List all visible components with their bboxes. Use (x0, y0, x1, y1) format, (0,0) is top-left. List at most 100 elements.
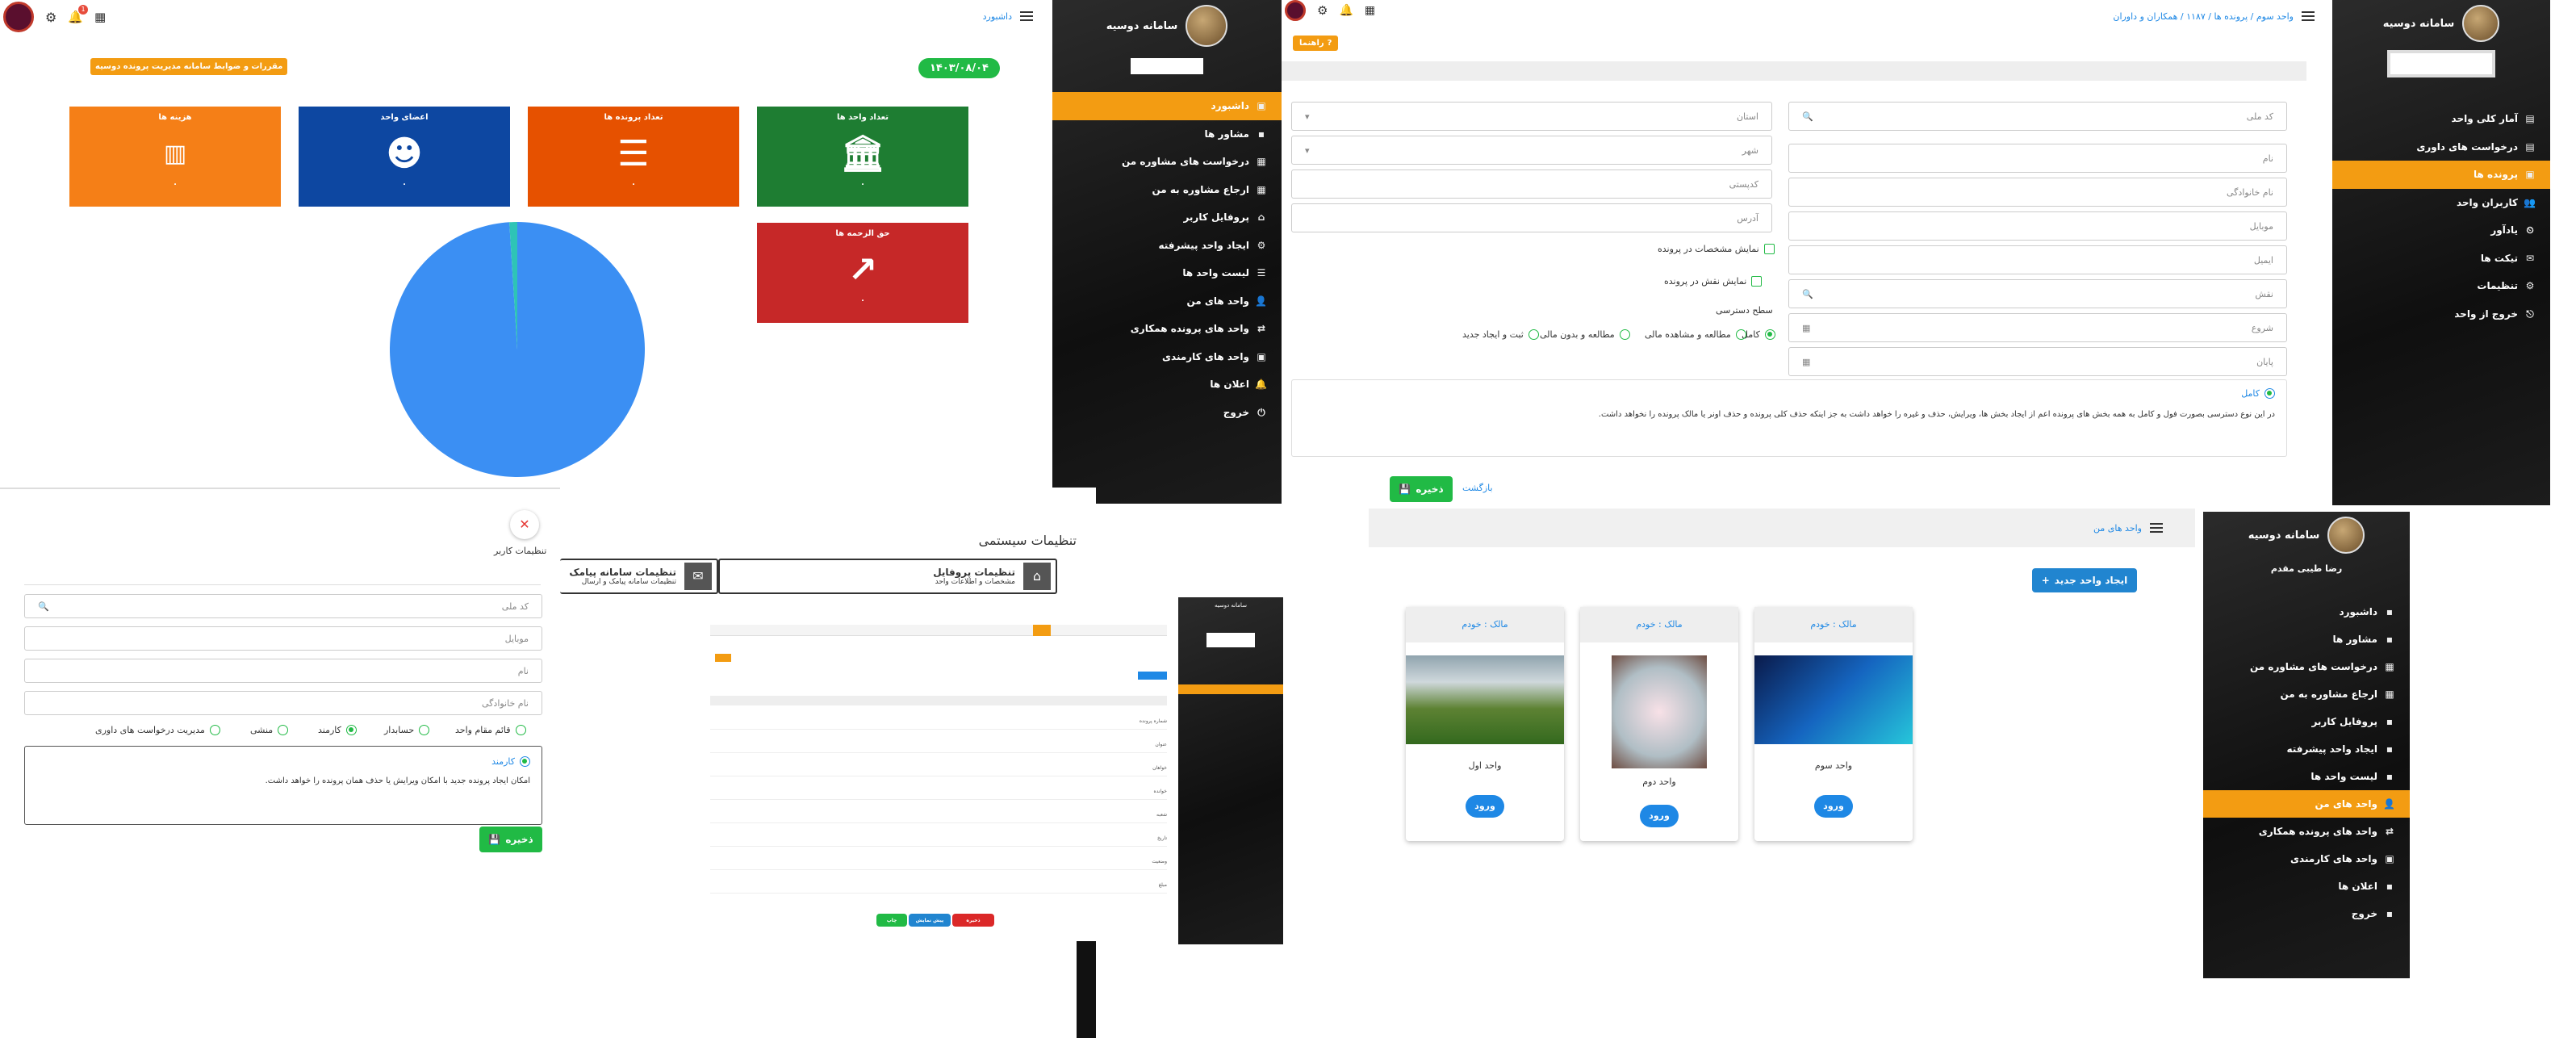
close-button[interactable]: ✕ (510, 510, 539, 539)
last-name-field[interactable]: نام خانوادگی (1788, 178, 2287, 207)
sidebar-item[interactable]: ⏲ یادآور (2332, 216, 2550, 245)
sidebar-item[interactable]: ▣ واحد های کارمندی (2203, 845, 2410, 873)
end-date-field[interactable]: پایان ▦ (1788, 347, 2287, 376)
checkbox[interactable] (1763, 244, 1775, 254)
radio-read-finance[interactable]: مطالعه و مشاهده مالی (1645, 329, 1746, 340)
breadcrumb[interactable]: داشبورد (983, 11, 1012, 22)
breadcrumb[interactable]: واحد های من (2093, 523, 2142, 534)
sidebar-item[interactable]: ▪ خروج (2203, 900, 2410, 927)
apps-icon[interactable]: ▦ (94, 10, 106, 24)
create-unit-button[interactable]: + ایجاد واحد جدید (2032, 568, 2137, 592)
start-date-field[interactable]: شروع ▦ (1788, 313, 2287, 342)
mini-print-button[interactable]: چاپ (876, 914, 907, 927)
avatar[interactable] (1186, 5, 1228, 47)
members-card[interactable]: اعضای واحد ☻ ۰ (299, 107, 510, 207)
menu-icon[interactable] (1020, 11, 1033, 21)
sidebar-item[interactable]: ⎋ خروج از واحد (2332, 300, 2550, 329)
sidebar-item[interactable]: ▦ ارجاع مشاوره به من (1052, 176, 1282, 204)
sidebar-item[interactable]: ⚙ تنظیمات (2332, 272, 2550, 300)
sidebar-item[interactable]: ▪ مشاور ها (1052, 120, 1282, 149)
first-name-field[interactable]: نام (1788, 144, 2287, 173)
email-field[interactable]: ایمیل (1788, 245, 2287, 274)
search-icon[interactable]: 🔍 (38, 601, 49, 612)
logo[interactable] (1285, 0, 1306, 21)
radio[interactable] (419, 725, 430, 735)
sidebar-item[interactable]: ▦ درخواست های مشاوره من (1052, 148, 1282, 176)
units-count-card[interactable]: تعداد واحد ها 🏛 ۰ (757, 107, 968, 207)
apps-icon[interactable]: ▦ (1365, 4, 1375, 17)
search-icon[interactable]: 🔍 (1802, 289, 1813, 299)
sidebar-item[interactable]: ▪ ایجاد واحد پیشرفته (2203, 735, 2410, 763)
sidebar-item[interactable]: ⏻ خروج (1052, 399, 1282, 427)
mini-preview-button[interactable]: پیش نمایش (909, 914, 951, 927)
gear-icon[interactable]: ⚙ (1317, 3, 1328, 18)
role-deputy[interactable]: قائم مقام واحد (455, 725, 526, 735)
radio[interactable] (345, 725, 357, 735)
sidebar-item[interactable]: ⇄ واحد های پرونده همکاری (2203, 818, 2410, 845)
sidebar-item[interactable]: ☰ لیست واحد ها (1052, 259, 1282, 287)
menu-icon[interactable] (2150, 523, 2163, 533)
province-select[interactable]: استان ▾ (1291, 102, 1772, 131)
sidebar-item[interactable]: ▦ ارجاع مشاوره به من (2203, 680, 2410, 708)
sidebar-item[interactable]: ▦ درخواست های مشاوره من (2203, 653, 2410, 680)
mobile-field[interactable]: موبایل (24, 626, 542, 651)
sidebar-item[interactable]: ⌂ پروفایل کاربر (1052, 203, 1282, 232)
sidebar-item[interactable]: ▣ داشبورد (1052, 92, 1282, 120)
radio-create[interactable]: ثبت و ایجاد جدید (1462, 329, 1539, 340)
radio[interactable] (278, 725, 289, 735)
help-button[interactable]: ? راهنما (1293, 36, 1339, 51)
calendar-icon[interactable]: ▦ (1802, 357, 1810, 367)
role-accountant[interactable]: حسابدار (384, 725, 430, 735)
role-arbitration-manager[interactable]: مدیریت درخواست های داوری (95, 725, 220, 735)
profile-settings-card[interactable]: ⌂ تنظیمات پروفایل مشخصات و اطلاعات واحد (718, 559, 1057, 594)
sidebar-item[interactable]: ▪ داشبورد (2203, 598, 2410, 626)
fees-card[interactable]: حق الزحمه ها ↗ ۰ (757, 223, 968, 323)
last-name-field[interactable]: نام خانوادگی (24, 691, 542, 715)
chevron-down-icon[interactable]: ▾ (1305, 145, 1310, 156)
postal-code-field[interactable]: کدپستی (1291, 170, 1772, 199)
sidebar-item[interactable]: 👥 کاربران واحد (2332, 189, 2550, 217)
logo[interactable] (3, 2, 34, 32)
menu-icon[interactable] (2302, 11, 2315, 21)
radio[interactable] (1528, 329, 1539, 340)
unit-card[interactable]: مالک : خودم واحد سوم ورود (1754, 607, 1913, 841)
show-profile-checkbox[interactable]: نمایش مشخصات در پرونده (1658, 244, 1775, 254)
enter-button[interactable]: ورود (1466, 795, 1504, 818)
bell-icon[interactable]: 🔔 1 (68, 5, 89, 24)
radio-read-no-finance[interactable]: مطالعه و بدون مالی (1540, 329, 1630, 340)
enter-button[interactable]: ورود (1640, 805, 1679, 827)
role-field[interactable]: نقش 🔍 (1788, 279, 2287, 308)
chevron-down-icon[interactable]: ▾ (1305, 111, 1310, 122)
sidebar-item[interactable]: ▣ واحد های کارمندی (1052, 343, 1282, 371)
sidebar-item[interactable]: 👤 واحد های من (1052, 287, 1282, 316)
save-button[interactable]: 💾 ذخیره (479, 827, 542, 852)
costs-card[interactable]: هزینه ها ▥ ۰ (69, 107, 281, 207)
radio-full[interactable]: کامل (1742, 329, 1775, 340)
mobile-field[interactable]: موبایل (1788, 211, 2287, 241)
checkbox[interactable] (1751, 276, 1763, 287)
sidebar-item[interactable]: ✉ تیکت ها (2332, 245, 2550, 273)
enter-button[interactable]: ورود (1814, 795, 1853, 818)
cases-count-card[interactable]: تعداد پرونده ها ☰ ۰ (528, 107, 739, 207)
city-select[interactable]: شهر ▾ (1291, 136, 1772, 165)
sidebar-item[interactable]: 👤 واحد های من (2203, 790, 2410, 818)
rules-button[interactable]: مقررات و ضوابط سامانه مدیریت پرونده دوسی… (90, 58, 288, 75)
radio[interactable] (1619, 329, 1630, 340)
sidebar-item[interactable]: ▤ درخواست های داوری (2332, 133, 2550, 161)
sidebar-item[interactable]: ▪ لیست واحد ها (2203, 763, 2410, 790)
sidebar-item[interactable]: ⇄ واحد های پرونده همکاری (1052, 315, 1282, 343)
sidebar-item[interactable]: ▪ مشاور ها (2203, 626, 2410, 653)
unit-card[interactable]: مالک : خودم واحد دوم ورود (1580, 607, 1738, 841)
sidebar-item[interactable]: ▪ پروفایل کاربر (2203, 708, 2410, 735)
sidebar-item[interactable]: 🔔 اعلان ها (1052, 370, 1282, 399)
avatar[interactable] (2462, 5, 2500, 42)
gear-icon[interactable]: ⚙ (45, 10, 56, 25)
radio[interactable] (515, 725, 526, 735)
national-code-field[interactable]: کد ملی 🔍 (1788, 102, 2287, 131)
mini-save-button[interactable]: ذخیره (952, 914, 994, 927)
radio[interactable] (1735, 329, 1746, 340)
sidebar-item[interactable]: ▣ پرونده ها (2332, 161, 2550, 189)
national-code-field[interactable]: کد ملی 🔍 (24, 594, 542, 618)
search-icon[interactable]: 🔍 (1802, 111, 1813, 122)
radio[interactable] (1764, 329, 1775, 340)
